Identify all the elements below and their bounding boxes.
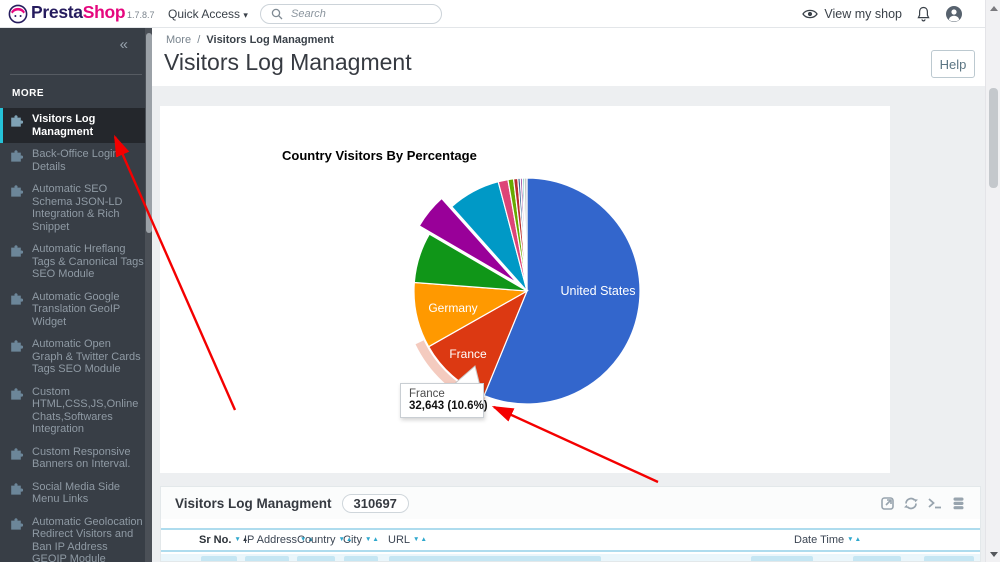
breadcrumb-separator: / <box>197 34 201 46</box>
scrollbar-thumb[interactable] <box>989 88 998 188</box>
column-header-sr-no[interactable]: Sr No. ▼▲ <box>199 534 248 546</box>
sidebar-item-visitors-log[interactable]: Visitors Log Managment <box>0 108 152 143</box>
version-label: 1.7.8.7 <box>127 10 155 20</box>
sidebar-item-custom-html[interactable]: Custom HTML,CSS,JS,Online Chats,Software… <box>0 381 152 441</box>
filter-input[interactable] <box>924 556 974 561</box>
top-bar: PrestaShop 1.7.8.7 Quick Access ▾ View m… <box>0 0 985 28</box>
filter-input[interactable] <box>245 556 289 561</box>
search-box <box>260 4 442 24</box>
sidebar-item-back-office-login[interactable]: Back-Office Login Details <box>0 143 152 178</box>
eye-icon <box>802 9 819 19</box>
chevron-down-icon: ▾ <box>243 10 248 20</box>
breadcrumb: More / Visitors Log Managment <box>166 34 334 46</box>
page-scrollbar[interactable] <box>985 0 1000 562</box>
pie-label-germany: Germany <box>428 301 478 315</box>
scroll-up-arrow[interactable] <box>986 0 1000 16</box>
puzzle-icon <box>0 148 32 162</box>
scroll-down-arrow[interactable] <box>986 546 1000 562</box>
sidebar-scrollbar-thumb[interactable] <box>145 33 152 233</box>
filter-input[interactable] <box>853 556 901 561</box>
main-content: More / Visitors Log Managment Visitors L… <box>152 28 985 562</box>
sidebar-item-google-translation[interactable]: Automatic Google Translation GeoIP Widge… <box>0 286 152 334</box>
tooltip-country: France <box>409 388 445 400</box>
sort-desc-icon[interactable]: ▼ <box>413 536 419 543</box>
breadcrumb-parent[interactable]: More <box>166 34 191 46</box>
filter-input[interactable] <box>201 556 237 561</box>
sidebar-item-seo-schema[interactable]: Automatic SEO Schema JSON-LD Integration… <box>0 178 152 238</box>
search-input[interactable] <box>260 4 442 24</box>
puzzle-icon <box>0 481 32 495</box>
puzzle-icon <box>0 113 32 127</box>
sidebar-collapse-icon[interactable]: « <box>120 36 128 53</box>
sidebar-item-responsive-banners[interactable]: Custom Responsive Banners on Interval. <box>0 441 152 476</box>
table-header-row: Sr No. ▼▲ IP Address ▼▲ Country ▼▲ City ▼▲ U… <box>161 528 980 552</box>
prestashop-logo-icon <box>8 4 28 24</box>
puzzle-icon <box>0 243 32 257</box>
quick-access-menu[interactable]: Quick Access ▾ <box>168 7 248 21</box>
refresh-icon[interactable] <box>903 496 919 511</box>
logo-presta: Presta <box>31 2 83 22</box>
sort-asc-icon[interactable]: ▲ <box>372 536 378 543</box>
country-visitors-chart-card: Country Visitors By Percentage United St… <box>160 106 890 473</box>
page-header: More / Visitors Log Managment Visitors L… <box>152 28 985 86</box>
sidebar-item-geolocation-redirect[interactable]: Automatic Geolocation Redirect Visitors … <box>0 511 152 562</box>
puzzle-icon <box>0 183 32 197</box>
sidebar-section-more: MORE <box>12 88 44 99</box>
sort-desc-icon[interactable]: ▼ <box>847 536 853 543</box>
view-my-shop-link[interactable]: View my shop <box>802 7 902 21</box>
pie-label-france: France <box>449 347 487 361</box>
panel-header: Visitors Log Managment 310697 <box>161 487 980 519</box>
filter-input[interactable] <box>751 556 813 561</box>
sort-desc-icon[interactable]: ▼ <box>234 536 240 543</box>
record-count-badge: 310697 <box>341 493 409 513</box>
puzzle-icon <box>0 386 32 400</box>
help-button[interactable]: Help <box>931 50 975 78</box>
search-icon <box>271 8 283 20</box>
column-header-url[interactable]: URL ▼▲ <box>388 534 427 546</box>
panel-toolbar <box>880 496 966 511</box>
prestashop-logo[interactable]: PrestaShop <box>31 2 126 23</box>
visitors-log-panel: Visitors Log Managment 310697 Sr No. ▼▲ I… <box>160 486 981 562</box>
tooltip-value: 32,643 (10.6%) <box>409 400 488 412</box>
active-indicator <box>0 108 3 143</box>
table-filter-row <box>161 554 980 561</box>
sidebar-item-open-graph[interactable]: Automatic Open Graph & Twitter Cards Tag… <box>0 333 152 381</box>
filter-input[interactable] <box>297 556 335 561</box>
breadcrumb-current: Visitors Log Managment <box>206 34 334 46</box>
chart-tooltip: France 32,643 (10.6%) <box>400 383 488 418</box>
sidebar-scrollbar[interactable] <box>145 28 152 562</box>
filter-input[interactable] <box>344 556 378 561</box>
panel-title: Visitors Log Managment <box>175 495 332 511</box>
filter-input[interactable] <box>389 556 601 561</box>
sidebar-top: « <box>0 28 152 74</box>
puzzle-icon <box>0 338 32 352</box>
column-header-city[interactable]: City ▼▲ <box>343 534 379 546</box>
view-my-shop-label: View my shop <box>824 7 902 21</box>
pie-chart <box>413 177 641 407</box>
sidebar-item-social-media-links[interactable]: Social Media Side Menu Links <box>0 476 152 511</box>
pie-label-united-states: United States <box>560 284 636 298</box>
sort-asc-icon[interactable]: ▲ <box>420 536 426 543</box>
puzzle-icon <box>0 516 32 530</box>
sort-desc-icon[interactable]: ▼ <box>365 536 371 543</box>
logo-shop: Shop <box>82 2 126 22</box>
sql-query-console-icon[interactable] <box>927 496 943 510</box>
database-icon[interactable] <box>951 496 966 511</box>
prestashop-admin: PrestaShop 1.7.8.7 Quick Access ▾ View m… <box>0 0 1000 562</box>
column-header-date-time[interactable]: Date Time ▼▲ <box>794 534 861 546</box>
export-icon[interactable] <box>880 496 895 511</box>
account-avatar-icon[interactable] <box>945 5 963 23</box>
sort-asc-icon[interactable]: ▲ <box>855 536 861 543</box>
puzzle-icon <box>0 446 32 460</box>
puzzle-icon <box>0 291 32 305</box>
sidebar-item-hreflang-tags[interactable]: Automatic Hreflang Tags & Canonical Tags… <box>0 238 152 286</box>
notifications-bell-icon[interactable] <box>916 6 931 22</box>
sidebar-nav: « MORE Visitors Log Managment Back-Offic… <box>0 28 152 562</box>
page-title: Visitors Log Managment <box>164 49 412 75</box>
top-bar-right: View my shop <box>802 0 963 28</box>
